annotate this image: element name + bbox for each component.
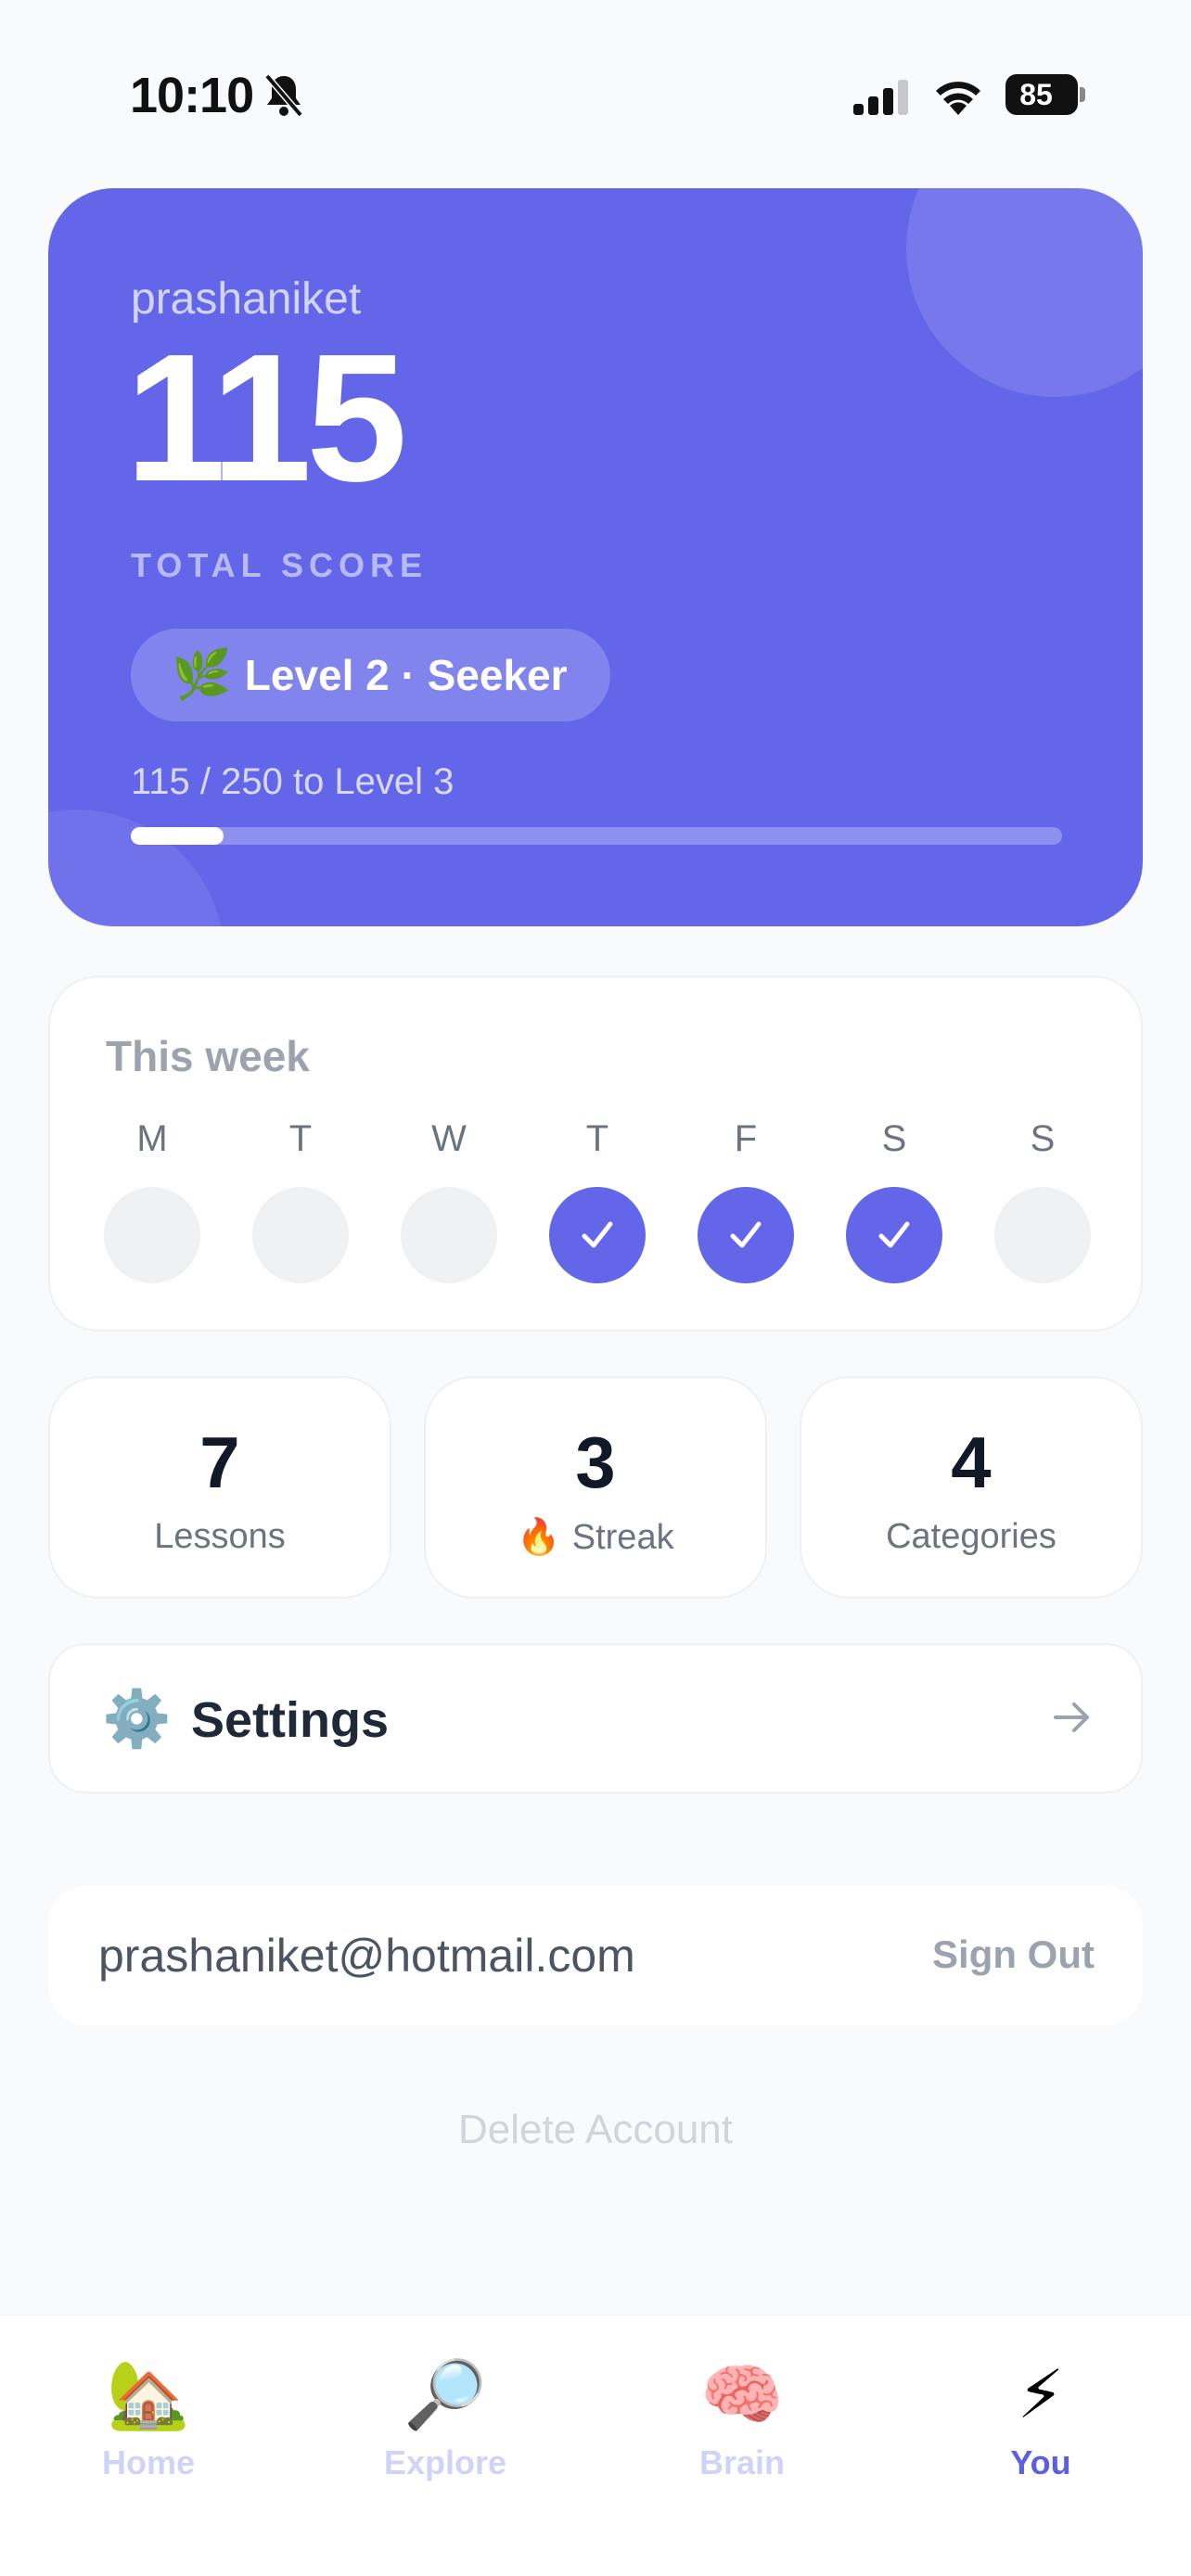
day-wednesday: W [401, 1118, 497, 1283]
tab-label: Home [101, 2443, 196, 2481]
checkmark-icon [878, 1221, 910, 1248]
stat-label: Lessons [50, 1517, 390, 1557]
brain-icon: 🧠 [700, 2358, 784, 2432]
level-progress-bar [131, 827, 1062, 845]
day-thursday: T [549, 1118, 646, 1283]
tab-brain[interactable]: 🧠 Brain [640, 2362, 844, 2482]
tab-label: Explore [383, 2443, 507, 2481]
profile-screen: 10:10 85 prashaniket 115 TOTAL SCORE 🌿 L… [0, 0, 1191, 2576]
battery-level: 85 [1019, 78, 1053, 111]
day-saturday: S [846, 1118, 942, 1283]
day-tuesday: T [252, 1118, 349, 1283]
stat-label: 🔥 Streak [426, 1517, 765, 1558]
day-indicator [549, 1187, 646, 1283]
settings-button[interactable]: ⚙️ Settings [48, 1643, 1143, 1793]
stat-categories: 4 Categories [800, 1376, 1143, 1599]
stat-value: 7 [199, 1422, 240, 1503]
day-letter: M [136, 1118, 168, 1159]
bell-muted-icon [264, 73, 303, 118]
day-indicator [994, 1187, 1091, 1283]
stat-label-text: Streak [571, 1517, 674, 1557]
tab-label: You [1010, 2443, 1071, 2481]
day-monday: M [104, 1118, 200, 1283]
day-indicator [252, 1187, 349, 1283]
arrow-right-icon [1054, 1702, 1089, 1732]
stat-lessons: 7 Lessons [48, 1376, 391, 1599]
cellular-signal-icon [853, 80, 908, 115]
total-score-label: TOTAL SCORE [131, 546, 429, 584]
day-indicator [698, 1187, 794, 1283]
battery-cap [1080, 87, 1085, 102]
day-letter: F [734, 1118, 758, 1159]
status-bar: 10:10 85 [0, 0, 1191, 185]
stat-value: 3 [575, 1422, 616, 1503]
settings-label: Settings [191, 1692, 390, 1748]
week-title: This week [106, 1032, 310, 1080]
battery-icon: 85 [1005, 74, 1078, 115]
stat-streak: 3 🔥 Streak [424, 1376, 767, 1599]
tab-you[interactable]: ⚡ You [939, 2362, 1143, 2482]
sign-out-button[interactable]: Sign Out [932, 1932, 1095, 1977]
tab-home[interactable]: 🏡 Home [46, 2362, 250, 2482]
checkmark-icon [730, 1221, 762, 1248]
level-progress-text: 115 / 250 to Level 3 [131, 761, 455, 802]
wifi-icon [936, 82, 980, 115]
decorative-circle [906, 188, 1143, 397]
checkmark-icon [582, 1221, 613, 1248]
weekly-activity-card: This week M T W T F S S [48, 976, 1143, 1332]
score-card: prashaniket 115 TOTAL SCORE 🌿 Level 2 · … [48, 188, 1143, 926]
leaf-icon: 🌿 [172, 648, 232, 702]
stat-value: 4 [951, 1422, 992, 1503]
day-indicator [104, 1187, 200, 1283]
level-label: Level 2 · Seeker [244, 651, 568, 699]
level-progress-fill [131, 827, 224, 845]
magnifier-icon: 🔎 [403, 2358, 487, 2432]
tab-explore[interactable]: 🔎 Explore [343, 2362, 547, 2482]
level-badge: 🌿 Level 2 · Seeker [131, 629, 610, 721]
stat-label-text: Categories [886, 1517, 1057, 1556]
day-letter: T [288, 1118, 313, 1159]
total-score: 115 [125, 316, 407, 519]
week-days: M T W T F S S [104, 1118, 1091, 1283]
house-icon: 🏡 [107, 2358, 190, 2432]
day-indicator [846, 1187, 942, 1283]
lightning-icon: ⚡ [1017, 2358, 1065, 2432]
day-indicator [401, 1187, 497, 1283]
gear-icon: ⚙️ [102, 1688, 172, 1750]
delete-account-button[interactable]: Delete Account [0, 2107, 1191, 2153]
status-time: 10:10 [130, 68, 254, 123]
day-letter: S [1030, 1118, 1056, 1159]
stat-label: Categories [801, 1517, 1141, 1557]
tab-bar: 🏡 Home 🔎 Explore 🧠 Brain ⚡ You [0, 2315, 1191, 2576]
tab-label: Brain [698, 2443, 786, 2481]
day-letter: W [431, 1118, 467, 1159]
account-email: prashaniket@hotmail.com [98, 1930, 635, 1982]
day-sunday: S [994, 1118, 1091, 1283]
account-row: prashaniket@hotmail.com Sign Out [48, 1886, 1143, 2025]
stat-label-text: Lessons [154, 1517, 286, 1556]
day-letter: S [881, 1118, 907, 1159]
day-letter: T [585, 1118, 609, 1159]
day-friday: F [698, 1118, 794, 1283]
fire-icon: 🔥 [517, 1518, 561, 1557]
